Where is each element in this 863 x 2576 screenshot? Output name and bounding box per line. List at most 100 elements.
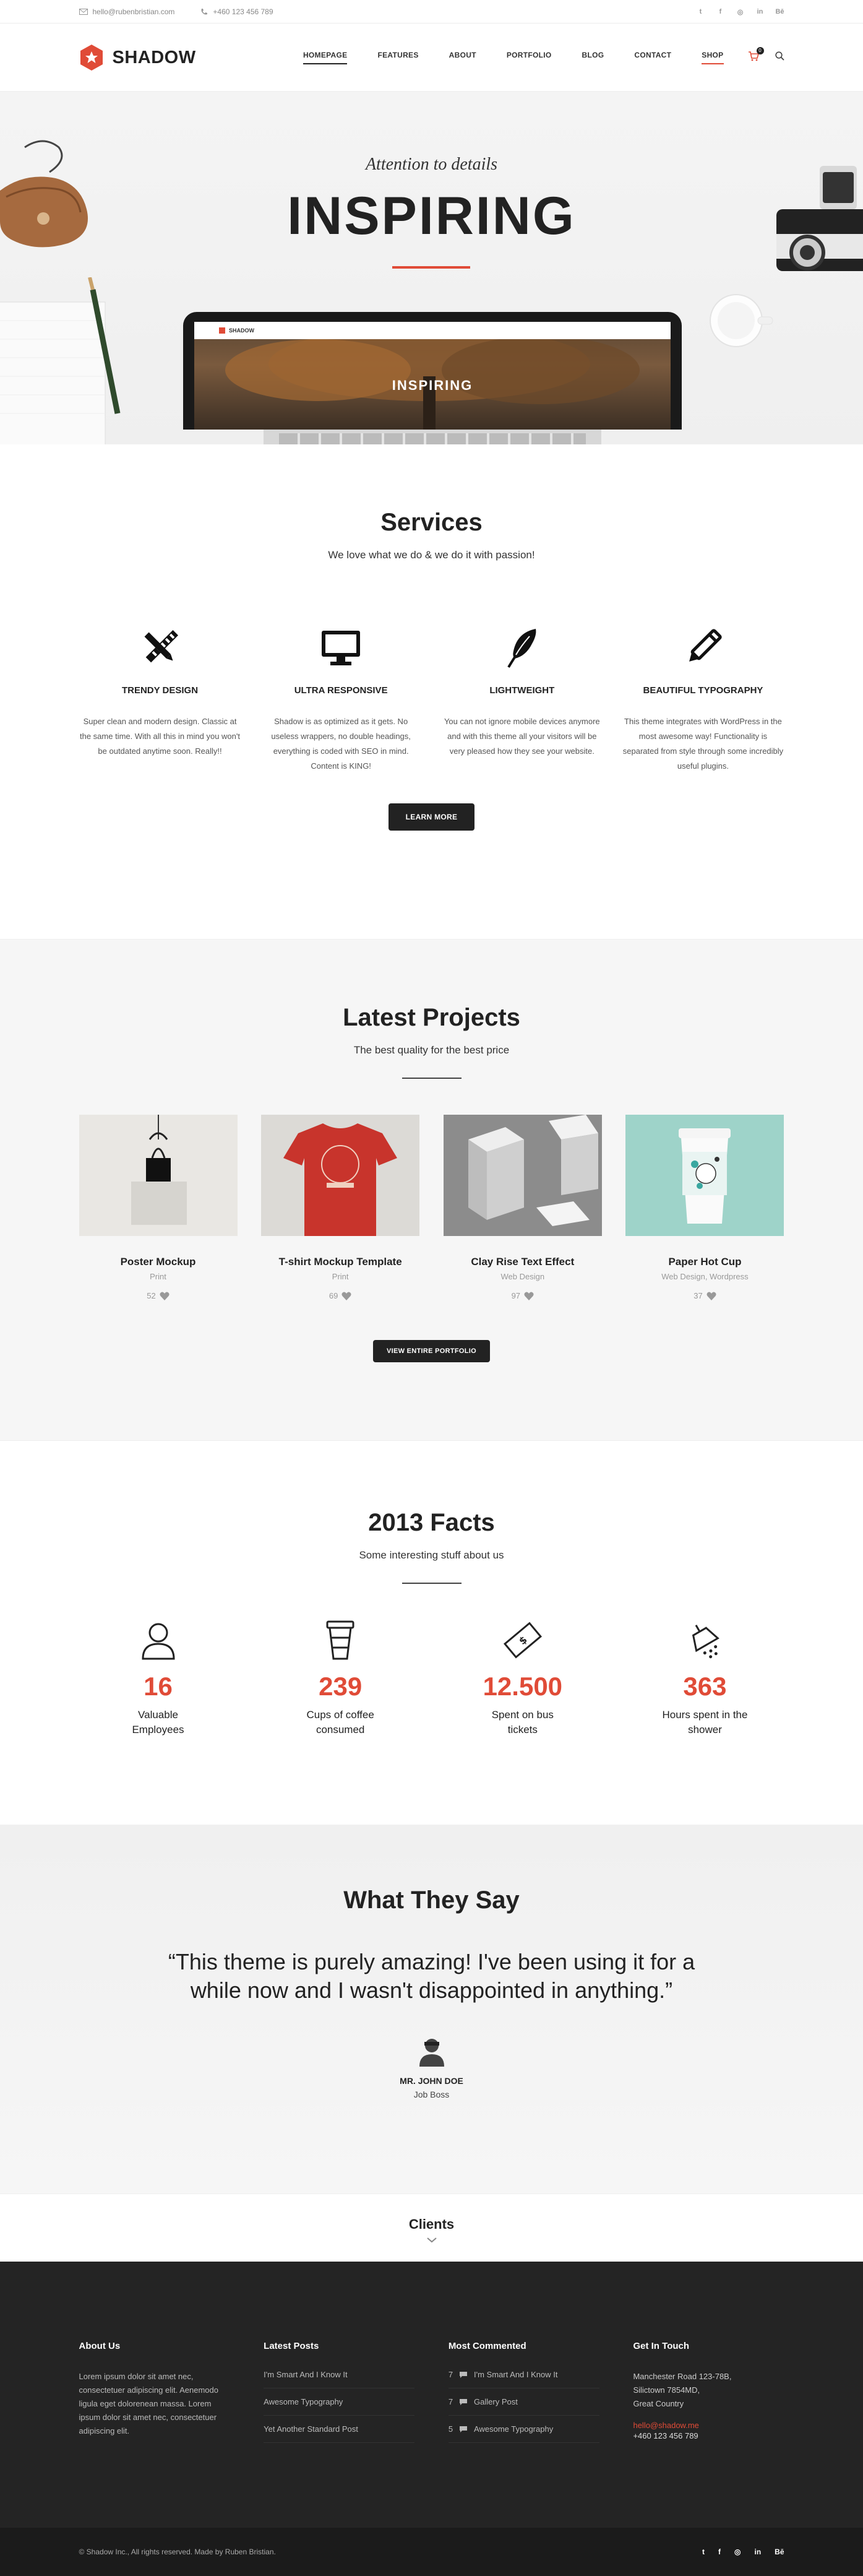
project-card[interactable]: T-shirt Mockup Template Print 69 xyxy=(261,1115,420,1300)
laptop-image: SHADOW INSPIRING xyxy=(183,312,682,444)
notebook-image xyxy=(0,277,121,444)
project-card[interactable]: Poster Mockup Print 52 xyxy=(79,1115,238,1300)
footer-about-title: About Us xyxy=(79,2341,121,2351)
topbar: hello@rubenbristian.com +460 123 456 789… xyxy=(0,0,863,24)
laptop-screen-logo: SHADOW xyxy=(229,327,254,334)
clay-text-image xyxy=(468,1115,598,1226)
service-text: You can not ignore mobile devices anymor… xyxy=(444,717,600,756)
cart-button[interactable]: 0 xyxy=(748,46,764,64)
ticket-icon: $ xyxy=(503,1622,542,1659)
service-item: BEAUTIFUL TYPOGRAPHY This theme integrat… xyxy=(622,625,784,774)
footer: About Us Lorem ipsum dolor sit amet nec,… xyxy=(0,2262,863,2528)
footer-posts-title: Latest Posts xyxy=(264,2341,319,2351)
fact-number: 12.500 xyxy=(483,1672,563,1701)
footer-phone: +460 123 456 789 xyxy=(633,2431,698,2440)
footer-post-link[interactable]: I'm Smart And I Know It xyxy=(264,2370,415,2388)
service-title: LIGHTWEIGHT xyxy=(489,685,555,696)
projects-divider xyxy=(401,1078,462,1079)
footer-address-line: Silictown 7854MD, xyxy=(633,2385,700,2395)
dribbble-icon[interactable]: ◎ xyxy=(736,7,745,16)
project-title[interactable]: Clay Rise Text Effect xyxy=(444,1256,602,1268)
project-likes[interactable]: 37 xyxy=(625,1291,784,1300)
search-icon xyxy=(775,51,784,61)
logo[interactable]: SHADOW xyxy=(79,44,196,71)
view-portfolio-button[interactable]: VIEW ENTIRE PORTFOLIO xyxy=(372,1340,491,1362)
hero-headline: INSPIRING xyxy=(287,186,576,246)
footer-address-line: Manchester Road 123-78B, xyxy=(633,2372,732,2381)
footer-commented-link[interactable]: 7 I'm Smart And I Know It xyxy=(448,2370,599,2388)
topbar-phone: +460 123 456 789 xyxy=(200,7,273,16)
topbar-email[interactable]: hello@rubenbristian.com xyxy=(79,7,175,16)
fact-number: 239 xyxy=(319,1672,363,1701)
project-likes-count: 37 xyxy=(693,1291,703,1300)
project-title[interactable]: Paper Hot Cup xyxy=(625,1256,784,1268)
monitor-icon xyxy=(322,631,361,665)
hero-slider: Attention to details INSPIRING SHADOW IN… xyxy=(0,92,863,444)
fact-label: Hours spent in the shower xyxy=(662,1709,748,1735)
comment-count: 5 xyxy=(448,2424,453,2434)
facebook-icon[interactable]: f xyxy=(718,2548,721,2556)
comment-icon xyxy=(460,2398,468,2405)
nav-portfolio[interactable]: PORTFOLIO xyxy=(507,51,552,64)
chevron-down-icon[interactable] xyxy=(426,2236,438,2244)
dribbble-icon[interactable]: ◎ xyxy=(734,2548,741,2556)
heart-icon xyxy=(706,1292,716,1300)
footer-commented-link[interactable]: 5 Awesome Typography xyxy=(448,2416,599,2443)
comment-icon xyxy=(460,2426,468,2432)
project-card[interactable]: Paper Hot Cup Web Design, Wordpress 37 xyxy=(625,1115,784,1300)
project-likes-count: 97 xyxy=(511,1291,521,1300)
projects-subtitle: The best quality for the best price xyxy=(353,1044,510,1056)
nav-about[interactable]: ABOUT xyxy=(449,51,476,64)
nav-features[interactable]: FEATURES xyxy=(377,51,418,64)
project-category: Print xyxy=(332,1272,349,1281)
search-button[interactable] xyxy=(775,51,784,64)
project-likes-count: 69 xyxy=(328,1291,338,1300)
project-title[interactable]: T-shirt Mockup Template xyxy=(261,1256,419,1268)
commented-post-title: Awesome Typography xyxy=(474,2424,554,2434)
service-text: This theme integrates with WordPress in … xyxy=(622,717,784,771)
topbar-phone-text: +460 123 456 789 xyxy=(213,7,273,16)
fact-item: 363 Hours spent in the shower xyxy=(625,1620,784,1737)
nav-contact[interactable]: CONTACT xyxy=(634,51,671,64)
linkedin-icon[interactable]: in xyxy=(756,7,765,16)
footer-post-link[interactable]: Awesome Typography xyxy=(264,2388,415,2416)
laptop-screen-text: INSPIRING xyxy=(392,378,473,393)
clients-section[interactable]: Clients xyxy=(0,2193,863,2262)
linkedin-icon[interactable]: in xyxy=(754,2548,761,2556)
comment-count: 7 xyxy=(448,2370,453,2379)
twitter-icon[interactable]: t xyxy=(697,7,705,16)
footer-about: About Us Lorem ipsum dolor sit amet nec,… xyxy=(79,2341,230,2443)
nav-homepage[interactable]: HOMEPAGE xyxy=(303,51,348,64)
service-item: ULTRA RESPONSIVE Shadow is as optimized … xyxy=(260,625,422,774)
facebook-icon[interactable]: f xyxy=(716,7,725,16)
service-text: Shadow is as optimized as it gets. No us… xyxy=(271,717,411,771)
project-title[interactable]: Poster Mockup xyxy=(79,1256,238,1268)
nav-shop[interactable]: SHOP xyxy=(702,51,724,64)
phone-icon xyxy=(201,9,208,15)
footer-commented-link[interactable]: 7 Gallery Post xyxy=(448,2388,599,2416)
project-category: Web Design xyxy=(500,1272,545,1281)
footer-post-link[interactable]: Yet Another Standard Post xyxy=(264,2416,415,2443)
facts-section: 2013 Facts Some interesting stuff about … xyxy=(0,1441,863,1825)
heart-icon xyxy=(160,1292,170,1300)
project-likes[interactable]: 97 xyxy=(444,1291,602,1300)
clients-title[interactable]: Clients xyxy=(0,2216,863,2232)
fact-number: 363 xyxy=(683,1672,727,1701)
topbar-email-text: hello@rubenbristian.com xyxy=(92,7,175,16)
heart-icon xyxy=(341,1292,351,1300)
avatar-icon xyxy=(419,2039,444,2067)
behance-icon[interactable]: Bē xyxy=(775,7,784,16)
project-category: Print xyxy=(150,1272,166,1281)
project-card[interactable]: Clay Rise Text Effect Web Design 97 xyxy=(443,1115,602,1300)
fact-number: 16 xyxy=(144,1672,173,1701)
service-item: LIGHTWEIGHT You can not ignore mobile de… xyxy=(441,625,603,774)
footer-email-link[interactable]: hello@shadow.me xyxy=(633,2421,784,2430)
project-likes[interactable]: 69 xyxy=(261,1291,419,1300)
project-likes[interactable]: 52 xyxy=(79,1291,238,1300)
behance-icon[interactable]: Bē xyxy=(775,2548,784,2556)
comment-icon xyxy=(460,2371,468,2378)
nav-blog[interactable]: BLOG xyxy=(582,51,604,64)
services-section: Services We love what we do & we do it w… xyxy=(0,444,863,940)
learn-more-button[interactable]: LEARN MORE xyxy=(388,803,475,831)
twitter-icon[interactable]: t xyxy=(702,2548,705,2556)
